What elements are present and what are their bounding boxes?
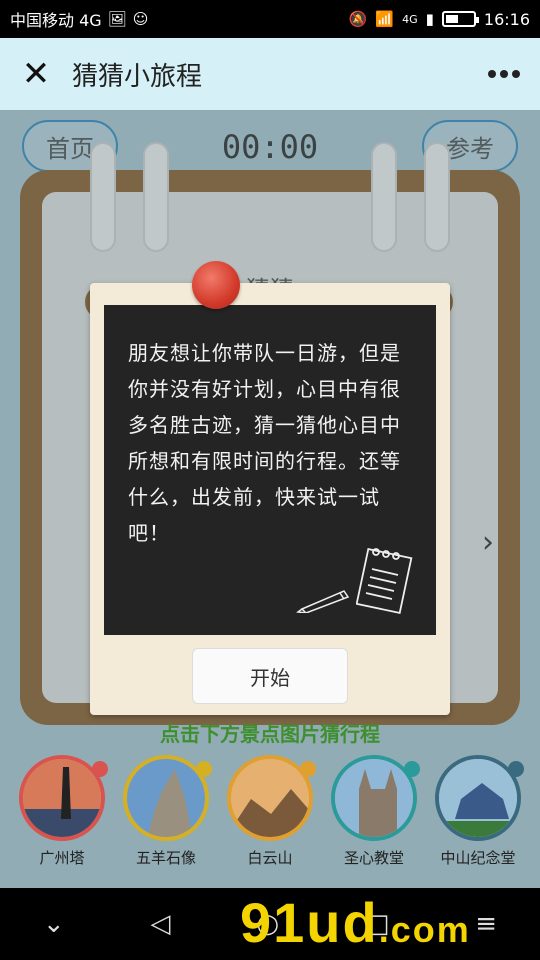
chalkboard: 朋友想让你带队一日游，但是你并没有好计划，心目中有很多名胜古迹，猜一猜他心目中所… xyxy=(104,305,436,635)
close-button[interactable]: ✕ xyxy=(0,38,72,110)
spot-dot xyxy=(508,761,524,777)
close-icon: ✕ xyxy=(21,54,51,94)
network-label: 4G xyxy=(402,12,418,26)
status-right: 🔕 📶 4G ▮ 16:16 xyxy=(349,10,530,29)
pin-icon xyxy=(192,261,240,309)
spot-dot xyxy=(404,761,420,777)
clock: 16:16 xyxy=(483,9,530,29)
spot-baiyun-mountain[interactable]: 白云山 xyxy=(222,755,318,868)
spot-label: 五羊石像 xyxy=(135,849,196,867)
spot-five-rams[interactable]: 五羊石像 xyxy=(118,755,214,868)
watermark-logo: 91ud.com xyxy=(240,891,471,954)
spot-dot xyxy=(196,761,212,777)
back-icon[interactable]: ◁ xyxy=(151,909,171,939)
app-area: 首页 00:00 参考 猜猜 › 朋友想让你带队一日游，但是你并没有好计划，心目… xyxy=(0,110,540,888)
spot-label: 中山纪念堂 xyxy=(440,849,516,867)
battery-icon xyxy=(441,11,479,27)
hint-text: 点击下方景点图片猜行程 xyxy=(160,722,380,746)
battery-level xyxy=(445,15,458,23)
spot-dot xyxy=(92,761,108,777)
spot-sacred-heart-cathedral[interactable]: 圣心教堂 xyxy=(326,755,422,868)
spot-label: 广州塔 xyxy=(39,849,85,867)
image-icon: 🖼 xyxy=(107,9,127,28)
spot-label: 白云山 xyxy=(247,849,293,867)
spot-canton-tower[interactable]: 广州塔 xyxy=(14,755,110,868)
spot-label: 圣心教堂 xyxy=(343,849,404,867)
page-title: 猜猜小旅程 xyxy=(72,61,203,92)
menu-icon[interactable]: ≡ xyxy=(475,909,497,939)
notepad-icon xyxy=(356,547,413,615)
emoji-icon: ☺ xyxy=(132,9,149,28)
intro-text: 朋友想让你带队一日游，但是你并没有好计划，心目中有很多名胜古迹，猜一猜他心目中所… xyxy=(128,341,401,545)
mute-icon: 🔕 xyxy=(348,9,368,28)
wifi-icon: 📶 xyxy=(375,9,395,28)
status-left: 中国移动 4G 🖼 ☺ xyxy=(10,7,148,31)
signal-icon: ▮ xyxy=(425,9,434,28)
spot-list: 广州塔 五羊石像 白云山 圣心教堂 中山纪念堂 xyxy=(0,755,540,868)
title-bar: ✕ 猜猜小旅程 xyxy=(0,38,540,110)
pencil-icon xyxy=(296,590,350,613)
status-bar: 中国移动 4G 🖼 ☺ 🔕 📶 4G ▮ 16:16 xyxy=(0,0,540,38)
more-button[interactable] xyxy=(468,38,540,110)
spot-sun-yatsen-memorial-hall[interactable]: 中山纪念堂 xyxy=(430,755,526,868)
hide-keyboard-icon[interactable]: ⌄ xyxy=(43,909,65,939)
more-icon xyxy=(488,70,496,78)
carrier-label: 中国移动 4G xyxy=(10,11,102,30)
start-button[interactable]: 开始 xyxy=(192,648,348,704)
intro-modal: 朋友想让你带队一日游，但是你并没有好计划，心目中有很多名胜古迹，猜一猜他心目中所… xyxy=(90,261,450,715)
spot-dot xyxy=(300,761,316,777)
